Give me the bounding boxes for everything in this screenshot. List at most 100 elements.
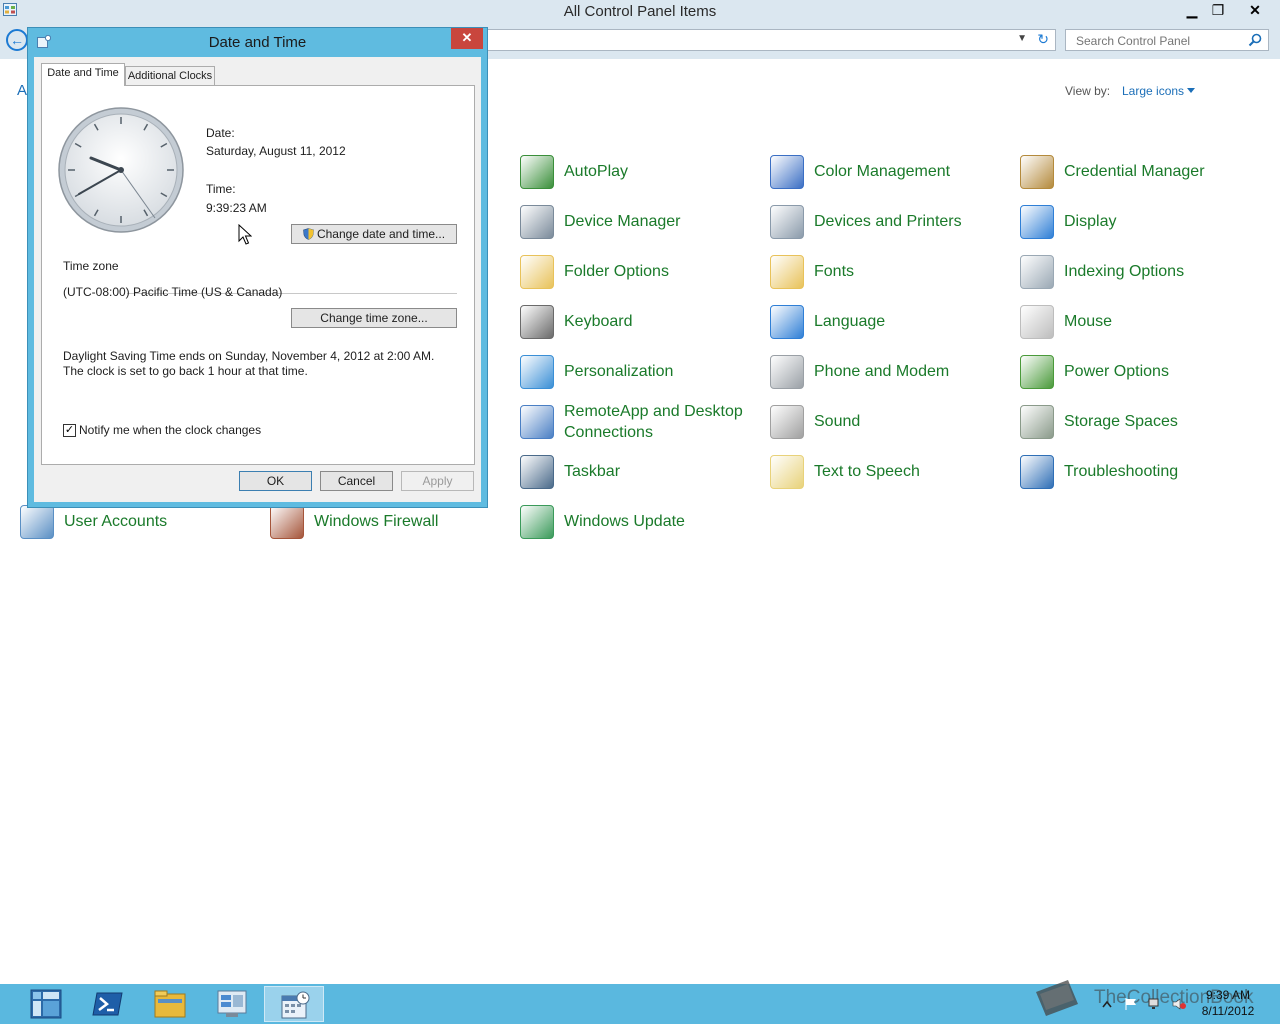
dialog-body: Date and Time Additional Clocks Date: Sa… bbox=[34, 57, 481, 502]
refresh-icon[interactable]: ↻ bbox=[1037, 31, 1049, 48]
printer-icon bbox=[770, 205, 804, 239]
view-by-dropdown[interactable]: Large icons bbox=[1122, 84, 1184, 98]
speech-bubble-icon bbox=[770, 455, 804, 489]
uac-shield-icon bbox=[303, 228, 314, 240]
cp-item-label: Device Manager bbox=[564, 213, 681, 230]
cp-item-autoplay[interactable]: AutoPlay bbox=[520, 155, 760, 199]
network-icon[interactable] bbox=[1148, 998, 1162, 1010]
analog-clock-icon bbox=[58, 107, 184, 233]
search-icon[interactable] bbox=[1248, 33, 1262, 47]
cp-item-keyboard[interactable]: Keyboard bbox=[520, 305, 760, 349]
cp-item-folder-options[interactable]: Folder Options bbox=[520, 255, 760, 299]
cp-item-label: Phone and Modem bbox=[814, 363, 950, 380]
start-icon bbox=[30, 989, 62, 1019]
cp-item-label: Personalization bbox=[564, 363, 674, 380]
minimize-button[interactable]: ▁ bbox=[1178, 0, 1206, 20]
cp-item-label: Display bbox=[1064, 213, 1117, 230]
cp-item-fonts[interactable]: Fonts bbox=[770, 255, 1010, 299]
back-arrow-icon[interactable]: ← bbox=[6, 29, 28, 51]
cp-item-label: Power Options bbox=[1064, 363, 1169, 380]
date-time-taskbar-button[interactable] bbox=[264, 986, 324, 1022]
volume-muted-icon[interactable] bbox=[1172, 998, 1186, 1010]
cp-item-mouse[interactable]: Mouse bbox=[1020, 305, 1260, 349]
tab-additional-clocks[interactable]: Additional Clocks bbox=[125, 66, 215, 86]
cp-item-taskbar[interactable]: Taskbar bbox=[520, 455, 760, 499]
cp-item-color-management[interactable]: Color Management bbox=[770, 155, 1010, 199]
cp-item-indexing-options[interactable]: Indexing Options bbox=[1020, 255, 1260, 299]
cp-item-label: Folder Options bbox=[564, 263, 669, 280]
cp-item-label: Troubleshooting bbox=[1064, 463, 1179, 480]
action-center-flag-icon[interactable] bbox=[1124, 998, 1138, 1010]
cp-item-label: Devices and Printers bbox=[814, 213, 962, 230]
cp-item-power-options[interactable]: Power Options bbox=[1020, 355, 1260, 399]
folder-icon bbox=[520, 255, 554, 289]
cp-item-personalization[interactable]: Personalization bbox=[520, 355, 760, 399]
battery-icon bbox=[1020, 355, 1054, 389]
search-input[interactable] bbox=[1074, 32, 1248, 50]
cp-item-label: Windows Firewall bbox=[314, 513, 439, 530]
ok-button[interactable]: OK bbox=[239, 471, 312, 491]
cp-item-storage-spaces[interactable]: Storage Spaces bbox=[1020, 405, 1260, 449]
tray-clock-time[interactable]: 9:39 AM bbox=[1196, 988, 1260, 1002]
cp-item-label: Indexing Options bbox=[1064, 263, 1185, 280]
search-box[interactable] bbox=[1065, 29, 1269, 51]
cp-item-label: Windows Update bbox=[564, 513, 685, 530]
cp-item-label: Text to Speech bbox=[814, 463, 920, 480]
cp-item-language[interactable]: Language bbox=[770, 305, 1010, 349]
powershell-button[interactable] bbox=[80, 986, 136, 1022]
tab-date-and-time[interactable]: Date and Time bbox=[41, 63, 125, 86]
dialog-title: Date and Time bbox=[208, 34, 307, 51]
time-value: 9:39:23 AM bbox=[206, 201, 267, 215]
change-date-time-button[interactable]: Change date and time... bbox=[291, 224, 457, 244]
date-label: Date: bbox=[206, 126, 235, 140]
tab-panel: Date: Saturday, August 11, 2012 Time: 9:… bbox=[41, 85, 475, 465]
file-explorer-button[interactable] bbox=[142, 986, 198, 1022]
date-time-icon bbox=[281, 991, 310, 1019]
windows-update-icon bbox=[520, 505, 554, 539]
cp-item-label: Sound bbox=[814, 413, 861, 430]
cp-item-phone-and-modem[interactable]: Phone and Modem bbox=[770, 355, 1010, 399]
date-time-dialog: Date and Time ✕ Date and Time Additional… bbox=[27, 27, 488, 508]
time-label: Time: bbox=[206, 182, 236, 196]
cp-item-label: User Accounts bbox=[64, 513, 168, 530]
cp-item-windows-update[interactable]: Windows Update bbox=[520, 505, 760, 549]
notify-checkbox[interactable]: ✓ bbox=[63, 424, 76, 437]
timezone-heading: Time zone bbox=[63, 259, 119, 273]
change-timezone-button[interactable]: Change time zone... bbox=[291, 308, 457, 328]
cp-item-windows-firewall[interactable]: Windows Firewall bbox=[270, 505, 510, 549]
cp-item-label: Storage Spaces bbox=[1064, 413, 1178, 430]
device-manager-icon bbox=[520, 205, 554, 239]
cp-item-text-to-speech[interactable]: Text to Speech bbox=[770, 455, 1010, 499]
change-date-time-label: Change date and time... bbox=[316, 227, 446, 241]
cp-item-device-manager[interactable]: Device Manager bbox=[520, 205, 760, 249]
address-fragment-label: A bbox=[17, 82, 28, 99]
cp-item-credential-manager[interactable]: Credential Manager bbox=[1020, 155, 1260, 199]
apply-button[interactable]: Apply bbox=[401, 471, 474, 491]
storage-icon bbox=[1020, 405, 1054, 439]
speaker-icon bbox=[770, 405, 804, 439]
notify-checkbox-label[interactable]: Notify me when the clock changes bbox=[79, 423, 261, 437]
cp-item-remoteapp-and-desktop-connections[interactable]: RemoteApp and Desktop Connections bbox=[520, 403, 760, 449]
chevron-down-icon[interactable] bbox=[1187, 88, 1195, 93]
start-button[interactable] bbox=[18, 986, 74, 1022]
show-hidden-icons-icon[interactable] bbox=[1100, 998, 1114, 1010]
mouse-pointer-icon bbox=[238, 224, 252, 245]
tray-clock-date[interactable]: 8/11/2012 bbox=[1196, 1004, 1260, 1018]
taskbar: TheCollectionBook 9:39 AM 8/11/2012 bbox=[0, 980, 1280, 1024]
cp-item-label: Keyboard bbox=[564, 313, 633, 330]
window-title: All Control Panel Items bbox=[563, 3, 717, 20]
cp-item-display[interactable]: Display bbox=[1020, 205, 1260, 249]
cp-item-label: AutoPlay bbox=[564, 163, 629, 180]
remote-desktop-icon bbox=[520, 405, 554, 439]
cp-item-devices-and-printers[interactable]: Devices and Printers bbox=[770, 205, 1010, 249]
server-manager-button[interactable] bbox=[204, 986, 260, 1022]
cp-item-user-accounts[interactable]: User Accounts bbox=[20, 505, 260, 549]
dialog-close-button[interactable]: ✕ bbox=[451, 28, 483, 49]
cancel-button[interactable]: Cancel bbox=[320, 471, 393, 491]
color-management-icon bbox=[770, 155, 804, 189]
close-button[interactable]: ✕ bbox=[1240, 0, 1270, 20]
cp-item-sound[interactable]: Sound bbox=[770, 405, 1010, 449]
cp-item-troubleshooting[interactable]: Troubleshooting bbox=[1020, 455, 1260, 499]
maximize-button[interactable]: ❐ bbox=[1204, 0, 1232, 20]
address-dropdown-icon[interactable]: ▼ bbox=[1017, 33, 1027, 44]
